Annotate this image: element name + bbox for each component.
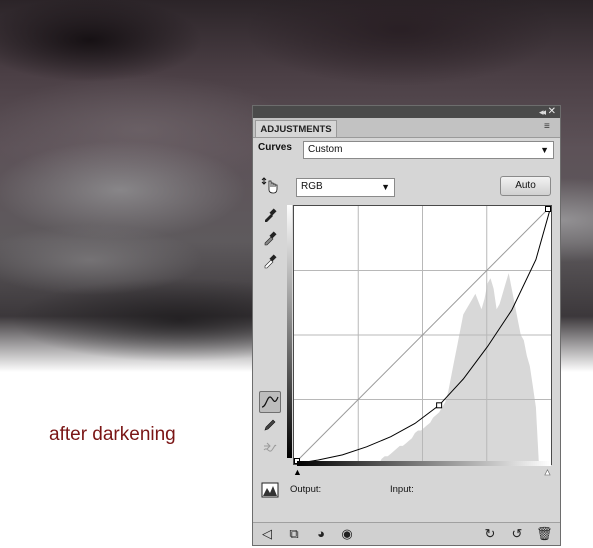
eye-icon[interactable]: ◉: [339, 526, 355, 542]
adjustment-type-label: Curves: [258, 142, 292, 153]
eyedropper-gray-icon[interactable]: [259, 227, 281, 249]
target-adjust-icon[interactable]: [259, 174, 281, 196]
curves-graph[interactable]: [293, 205, 552, 465]
reset-icon[interactable]: ↺: [509, 526, 525, 542]
collapse-icon[interactable]: ◂◂: [539, 106, 546, 118]
preset-value: Custom: [308, 144, 343, 155]
output-label: Output:: [290, 484, 322, 495]
black-point-slider[interactable]: ▲: [293, 467, 302, 477]
clip-to-layer-icon[interactable]: ⧉: [286, 526, 302, 542]
panel-bottombar: ◁ ⧉ ◕ ◉ ↻ ↺ 🗑: [253, 522, 560, 545]
panel-tabrow: ADJUSTMENTS ≡: [253, 118, 560, 138]
pencil-icon[interactable]: [259, 414, 281, 436]
curves-chart[interactable]: [293, 205, 552, 465]
back-arrow-icon[interactable]: ◁: [259, 526, 275, 542]
view-previous-icon[interactable]: ↻: [482, 526, 498, 542]
input-gradient-bar: [297, 461, 551, 466]
eyedropper-white-icon[interactable]: [259, 250, 281, 272]
chevron-down-icon: ▼: [540, 145, 549, 155]
channel-value: RGB: [301, 181, 323, 192]
close-icon[interactable]: ✕: [548, 106, 556, 118]
eyedropper-black-icon[interactable]: [259, 204, 281, 226]
input-label: Input:: [390, 484, 414, 495]
trash-icon[interactable]: 🗑: [536, 526, 553, 542]
white-point-slider[interactable]: ▲: [543, 467, 553, 478]
channel-select[interactable]: RGB ▼: [296, 178, 395, 197]
curve-point-icon[interactable]: [259, 391, 281, 413]
chevron-down-icon: ▼: [381, 182, 390, 192]
tab-adjustments[interactable]: ADJUSTMENTS: [255, 120, 337, 137]
smooth-icon: [259, 437, 281, 459]
caption-text: after darkening: [49, 424, 176, 445]
clipping-warning-icon[interactable]: [259, 479, 281, 501]
adjustments-panel: ◂◂ ✕ ADJUSTMENTS ≡ Curves Custom ▼ RGB ▼…: [252, 105, 561, 546]
preset-select[interactable]: Custom ▼: [303, 141, 554, 159]
panel-titlebar[interactable]: ◂◂ ✕: [253, 106, 560, 118]
panel-menu-icon[interactable]: ≡: [544, 121, 556, 133]
visibility-icon[interactable]: ◕: [313, 526, 329, 542]
curve-control-point[interactable]: [436, 402, 443, 409]
auto-button[interactable]: Auto: [500, 176, 551, 196]
curve-control-point[interactable]: [545, 206, 551, 212]
output-gradient-bar: [287, 205, 292, 458]
